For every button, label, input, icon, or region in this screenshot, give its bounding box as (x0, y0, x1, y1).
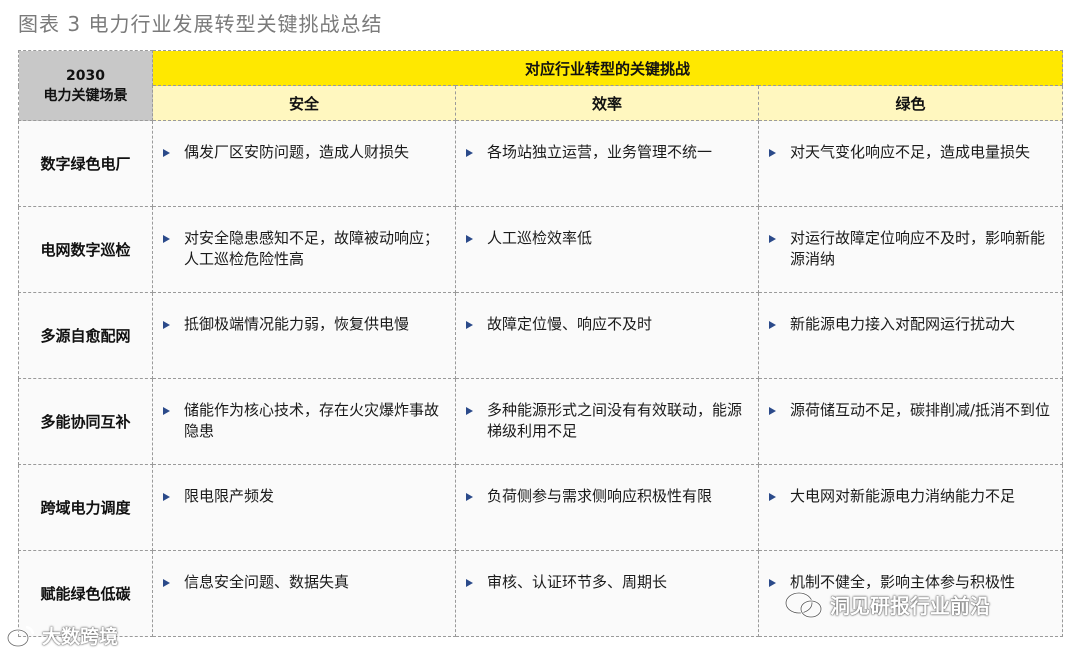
triangle-bullet-icon (163, 149, 170, 157)
row-header: 多源自愈配网 (18, 292, 153, 379)
cell-text: 多种能源形式之间没有有效联动，能源梯级利用不足 (487, 401, 743, 440)
cell-text: 对运行故障定位响应不及时，影响新能源消纳 (790, 229, 1046, 268)
cell-text: 新能源电力接入对配网运行扰动大 (790, 315, 1016, 333)
table-cell: 各场站独立运营，业务管理不统一 (455, 120, 759, 207)
table-row: 多能协同互补 储能作为核心技术，存在火灾爆炸事故隐患 多种能源形式之间没有有效联… (18, 378, 1064, 465)
cell-text: 大电网对新能源电力消纳能力不足 (790, 487, 1016, 505)
corner-header: 2030 电力关键场景 (18, 50, 153, 121)
cell-text: 限电限产频发 (184, 487, 275, 505)
corner-year: 2030 (66, 67, 105, 84)
watermark-right-text: 洞见研报行业前沿 (830, 594, 990, 618)
cell-text: 储能作为核心技术，存在火灾爆炸事故隐患 (184, 401, 440, 440)
cell-text: 故障定位慢、响应不及时 (487, 315, 653, 333)
column-header-green: 绿色 (757, 85, 1064, 121)
super-header: 对应行业转型的关键挑战 (151, 50, 1064, 86)
cell-text: 信息安全问题、数据失真 (184, 573, 350, 591)
table-row: 电网数字巡检 对安全隐患感知不足，故障被动响应；人工巡检危险性高 人工巡检效率低… (18, 206, 1064, 293)
triangle-bullet-icon (466, 149, 473, 157)
column-header-safety: 安全 (152, 85, 456, 121)
cell-text: 负荷侧参与需求侧响应积极性有限 (487, 487, 713, 505)
table-row: 多源自愈配网 抵御极端情况能力弱，恢复供电慢 故障定位慢、响应不及时 新能源电力… (18, 292, 1064, 379)
triangle-bullet-icon (466, 407, 473, 415)
triangle-bullet-icon (163, 407, 170, 415)
row-header: 数字绿色电厂 (18, 120, 153, 207)
corner-label: 电力关键场景 (43, 87, 128, 104)
table-cell: 限电限产频发 (152, 464, 456, 551)
triangle-bullet-icon (163, 493, 170, 501)
table-cell: 审核、认证环节多、周期长 (455, 550, 759, 637)
triangle-bullet-icon (466, 235, 473, 243)
watermark-left: 大数跨境 (6, 622, 118, 649)
triangle-bullet-icon (769, 493, 776, 501)
table-cell: 对安全隐患感知不足，故障被动响应；人工巡检危险性高 (152, 206, 456, 293)
challenges-table: 2030 电力关键场景 对应行业转型的关键挑战 安全 效率 绿色 数字绿色电厂 … (18, 50, 1064, 637)
triangle-bullet-icon (163, 235, 170, 243)
table-cell: 抵御极端情况能力弱，恢复供电慢 (152, 292, 456, 379)
cell-text: 抵御极端情况能力弱，恢复供电慢 (184, 315, 410, 333)
table-cell: 故障定位慢、响应不及时 (455, 292, 759, 379)
figure-title: 图表 3 电力行业发展转型关键挑战总结 (18, 12, 383, 36)
cell-text: 源荷储互动不足，碳排削减/抵消不到位 (790, 401, 1051, 419)
table-row: 数字绿色电厂 偶发厂区安防问题，造成人财损失 各场站独立运营，业务管理不统一 对… (18, 120, 1064, 207)
triangle-bullet-icon (769, 235, 776, 243)
triangle-bullet-icon (163, 579, 170, 587)
triangle-bullet-icon (466, 579, 473, 587)
triangle-bullet-icon (466, 321, 473, 329)
table-cell: 对运行故障定位响应不及时，影响新能源消纳 (757, 206, 1064, 293)
triangle-bullet-icon (466, 493, 473, 501)
row-header: 多能协同互补 (18, 378, 153, 465)
table-cell: 大电网对新能源电力消纳能力不足 (757, 464, 1064, 551)
weibo-icon (6, 625, 35, 647)
cell-text: 对天气变化响应不足，造成电量损失 (790, 143, 1031, 161)
table-cell: 对天气变化响应不足，造成电量损失 (757, 120, 1064, 207)
triangle-bullet-icon (769, 321, 776, 329)
row-header: 跨域电力调度 (18, 464, 153, 551)
triangle-bullet-icon (163, 321, 170, 329)
triangle-bullet-icon (769, 407, 776, 415)
table-cell: 偶发厂区安防问题，造成人财损失 (152, 120, 456, 207)
table-cell: 储能作为核心技术，存在火灾爆炸事故隐患 (152, 378, 456, 465)
watermark-left-text: 大数跨境 (42, 626, 119, 648)
table-row: 跨域电力调度 限电限产频发 负荷侧参与需求侧响应积极性有限 大电网对新能源电力消… (18, 464, 1064, 551)
cell-text: 人工巡检效率低 (487, 229, 593, 247)
triangle-bullet-icon (769, 579, 776, 587)
cell-text: 各场站独立运营，业务管理不统一 (487, 143, 713, 161)
table-cell: 新能源电力接入对配网运行扰动大 (757, 292, 1064, 379)
table-cell: 源荷储互动不足，碳排削减/抵消不到位 (757, 378, 1064, 465)
wechat-icon (784, 591, 823, 618)
column-header-efficiency: 效率 (455, 85, 759, 121)
watermark-right: 洞见研报行业前沿 (784, 590, 990, 619)
cell-text: 偶发厂区安防问题，造成人财损失 (184, 143, 410, 161)
table-cell: 信息安全问题、数据失真 (152, 550, 456, 637)
table-cell: 人工巡检效率低 (455, 206, 759, 293)
cell-text: 审核、认证环节多、周期长 (487, 573, 668, 591)
table-cell: 多种能源形式之间没有有效联动，能源梯级利用不足 (455, 378, 759, 465)
cell-text: 对安全隐患感知不足，故障被动响应；人工巡检危险性高 (184, 229, 440, 268)
triangle-bullet-icon (769, 149, 776, 157)
row-header: 电网数字巡检 (18, 206, 153, 293)
table-cell: 负荷侧参与需求侧响应积极性有限 (455, 464, 759, 551)
